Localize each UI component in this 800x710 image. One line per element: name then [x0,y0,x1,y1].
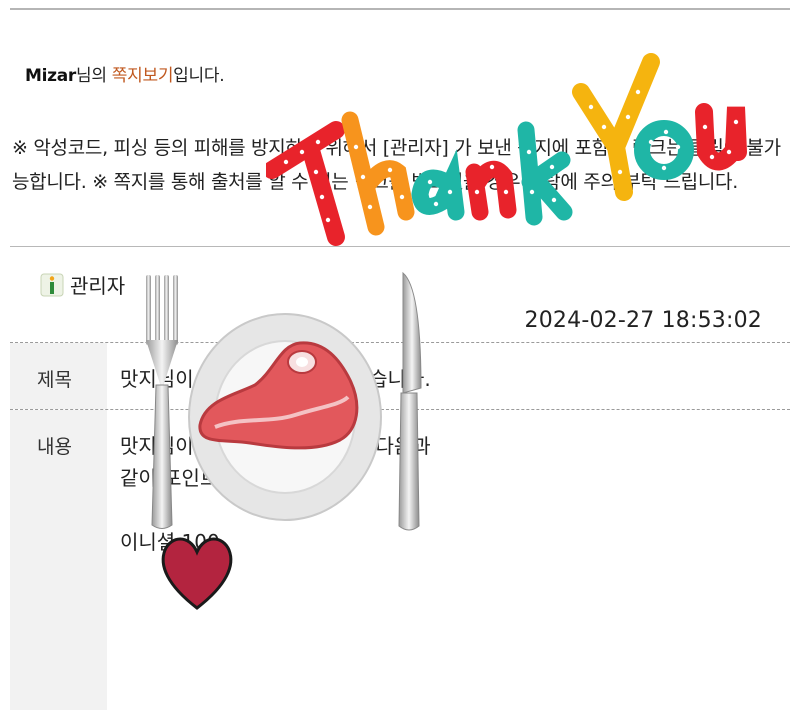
knife-icon [398,271,422,531]
page-title: Mizar님의 쪽지보기입니다. [25,61,225,86]
username: Mizar [25,66,76,86]
sender: 관리자 [40,270,125,299]
title-suffix-2: 입니다. [173,66,225,86]
thank-you-sticker [266,53,747,246]
top-divider [10,8,790,10]
content-label: 내용 [37,436,72,458]
subject-label: 제목 [37,369,72,391]
sender-name: 관리자 [70,274,126,298]
message-date: 2024-02-27 18:53:02 [524,308,762,333]
content-label-cell: 내용 [10,410,107,710]
heart-icon [161,537,233,610]
fork-icon [146,275,178,529]
admin-badge-icon [40,273,64,296]
subject-label-cell: 제목 [10,343,107,409]
title-suffix-1: 님의 [76,66,112,86]
plate-sticker [188,313,382,521]
view-message-link[interactable]: 쪽지보기 [112,66,174,86]
